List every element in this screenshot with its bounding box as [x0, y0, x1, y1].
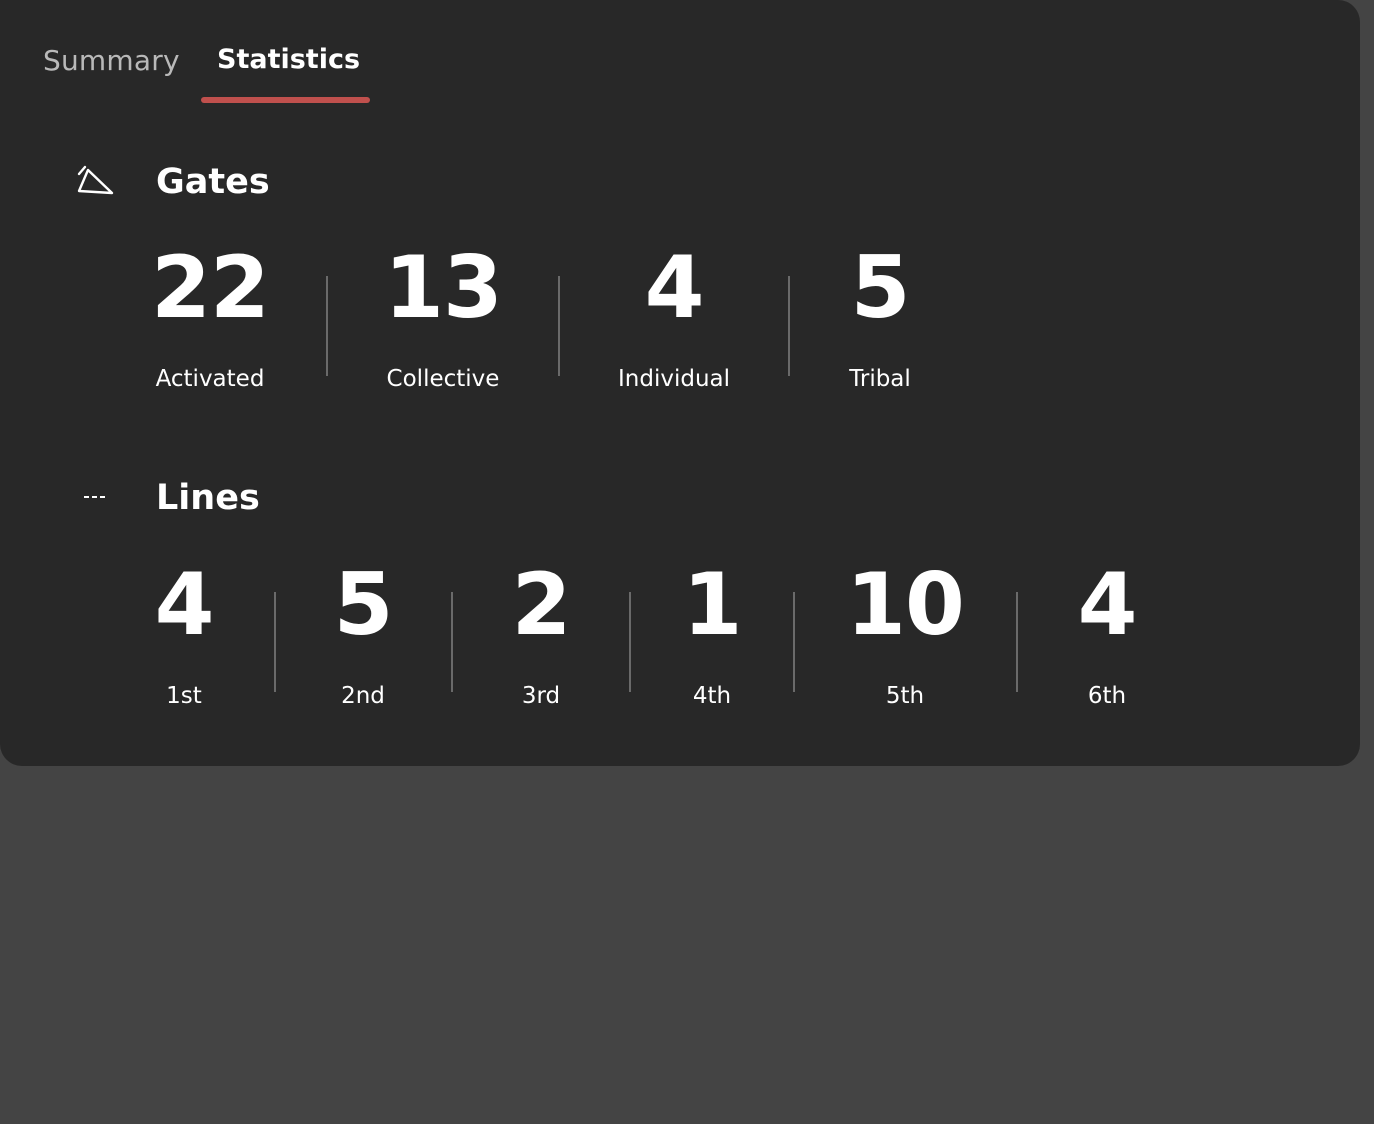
stat-divider [326, 276, 328, 376]
gates-stat-tribal: 5 Tribal [849, 238, 911, 394]
stat-value: 10 [846, 555, 965, 655]
stat-label: Individual [617, 366, 731, 392]
stat-label: 6th [1087, 683, 1127, 709]
stat-divider [793, 592, 795, 692]
triangle-outline-icon [74, 163, 118, 199]
stat-label: 5th [885, 683, 925, 709]
statistics-card: Summary Statistics Gates 22 Activated 13… [0, 0, 1360, 766]
stat-value: 22 [151, 238, 270, 338]
active-tab-indicator [201, 97, 370, 103]
stat-divider [788, 276, 790, 376]
stat-divider [451, 592, 453, 692]
dashed-line-icon [74, 479, 118, 515]
stat-value: 5 [333, 555, 394, 655]
stat-divider [1016, 592, 1018, 692]
lines-stat-3rd: 2 3rd [511, 555, 572, 711]
gates-title: Gates [156, 162, 270, 202]
gates-stat-collective: 13 Collective [384, 238, 503, 394]
tab-summary[interactable]: Summary [43, 44, 180, 77]
lines-stat-4th: 1 4th [682, 555, 743, 711]
lines-stat-1st: 4 1st [154, 555, 215, 711]
tab-statistics[interactable]: Statistics [217, 44, 360, 75]
lines-stat-2nd: 5 2nd [333, 555, 394, 711]
stat-value: 4 [154, 555, 215, 655]
stat-value: 4 [644, 238, 705, 338]
stat-divider [629, 592, 631, 692]
stat-divider [274, 592, 276, 692]
stat-value: 4 [1077, 555, 1138, 655]
stat-label: Collective [386, 366, 500, 392]
stat-label: Tribal [849, 366, 911, 392]
lines-stat-5th: 10 5th [846, 555, 965, 711]
stat-value: 1 [682, 555, 743, 655]
gates-stat-activated: 22 Activated [151, 238, 270, 394]
stat-value: 13 [384, 238, 503, 338]
stat-divider [558, 276, 560, 376]
gates-stat-individual: 4 Individual [618, 238, 730, 394]
lines-title: Lines [156, 478, 260, 518]
stat-label: 3rd [521, 683, 561, 709]
stat-value: 2 [511, 555, 572, 655]
stat-label: 2nd [341, 683, 385, 709]
lines-stat-6th: 4 6th [1077, 555, 1138, 711]
stat-label: Activated [155, 366, 265, 392]
stat-label: 4th [692, 683, 732, 709]
stat-value: 5 [850, 238, 911, 338]
stat-label: 1st [166, 683, 202, 709]
